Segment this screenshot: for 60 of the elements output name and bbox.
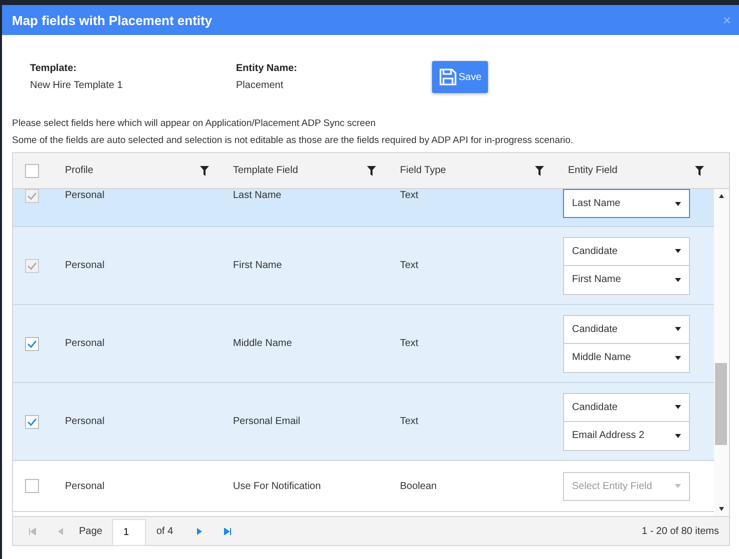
table-cell-text: Last Name [232,190,282,201]
caret-icon [675,484,681,488]
table-cell-text: Middle Name [232,338,293,349]
instruction-text: Some of the fields are auto selected and selection is not editable as those are the fields required by ADP API for in-progress scenario. [12,135,574,146]
page-count: of 4 [156,526,174,536]
dropdown[interactable]: Middle Name [563,344,690,372]
check-icon [27,340,37,348]
field-label: Entity Name: [236,63,298,74]
table-cell-text: Personal [64,338,106,349]
column-header[interactable]: Template Field [233,165,298,176]
next-icon [197,528,202,534]
checkbox[interactable] [25,164,39,178]
last-page-icon [224,528,232,534]
instruction-text: Please select fields here which will appear on Application/Placement ADP Sync screen [12,118,377,129]
column-header[interactable]: Profile [65,165,94,176]
first-page-icon [29,528,36,534]
caret-icon [675,434,681,438]
caret-icon [675,249,681,253]
table-cell-text: Personal [64,190,106,201]
field-value: Placement [236,80,284,91]
column-header[interactable]: Field Type [400,165,446,176]
table-cell-text: Personal [64,260,106,271]
pager-summary: 1 - 20 of 80 items [642,526,719,536]
filter-icon[interactable] [535,166,544,176]
table-cell-text: Text [399,338,420,349]
check-icon [27,418,37,426]
table-cell-text: Personal [64,480,106,492]
filter-icon[interactable] [695,166,704,176]
table-cell-text: Text [399,190,420,201]
column-header[interactable]: Entity Field [568,165,618,176]
table-cell-text: First Name [232,260,283,271]
dropdown[interactable]: Email Address 2 [563,422,690,450]
check-icon [27,262,37,270]
caret-icon [675,405,681,409]
table-cell-text: Use For Notification [232,480,322,492]
caret-icon [675,327,681,331]
previous-icon [58,528,63,534]
dropdown[interactable]: Candidate [563,392,690,422]
field-label: Template: [30,63,78,74]
dropdown[interactable]: Candidate [563,314,690,344]
caret-icon [675,356,681,360]
checkbox[interactable] [25,336,39,350]
field-value: New Hire Template 1 [30,80,124,91]
caret-icon [675,202,681,206]
save-icon [438,68,457,86]
dialog-title: Map fields with Placement entity [12,12,212,28]
caret-icon [675,278,681,282]
table-cell-text: Personal Email [232,416,302,427]
page-input[interactable]: 1 [112,518,146,546]
table-cell-text: Text [399,416,420,427]
table-cell-text: Personal [64,416,106,427]
save-button[interactable]: Save [432,61,488,93]
checkbox[interactable] [25,479,39,493]
page-label: Page [79,526,102,536]
check-icon [27,192,37,200]
table-cell-text: Boolean [399,480,438,492]
filter-icon[interactable] [367,166,376,176]
table-cell-text: Text [399,260,420,271]
filter-icon[interactable] [200,166,209,176]
checkbox[interactable] [25,414,39,428]
